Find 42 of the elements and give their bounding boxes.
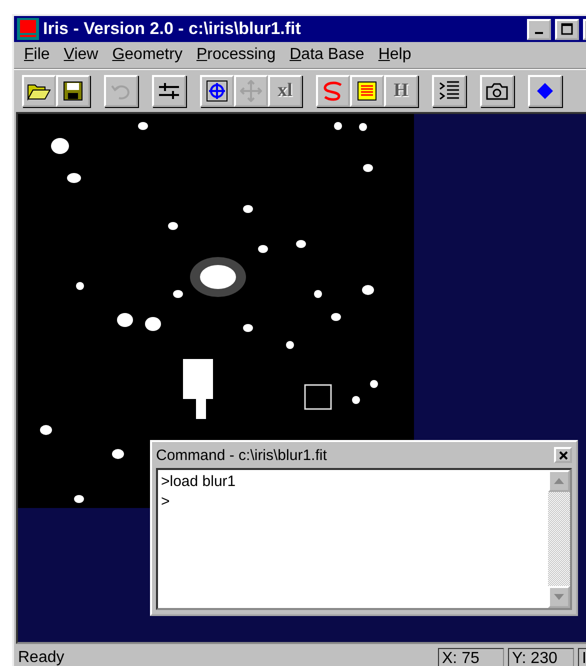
command-output-field[interactable]: >load blur1 > [156,468,572,610]
maximize-icon [561,23,573,35]
menu-item[interactable]: Geometry [106,46,188,64]
toolbar-button[interactable] [480,75,514,107]
menu-item[interactable]: Data Base [284,46,370,64]
minimize-icon [535,32,543,34]
toolbar-button[interactable] [350,75,384,107]
maximize-button[interactable] [555,18,579,40]
sliders-icon [158,82,180,100]
toolbar-button[interactable] [152,75,186,107]
striped-square-icon [357,81,377,101]
minimize-button[interactable] [527,18,551,40]
selection-box [304,384,332,410]
status-field: I [578,648,586,666]
toolbar-button[interactable] [528,75,562,107]
toolbar-button[interactable] [432,75,466,107]
toolbar-button[interactable] [200,75,234,107]
status-field: Y: 230 [508,648,574,666]
up-triangle-icon [554,478,564,484]
list-icon [438,80,460,102]
close-icon [558,450,568,460]
menu-item[interactable]: Help [372,46,418,64]
command-line: >load blur1 [161,472,237,492]
scroll-down-button[interactable] [548,586,570,608]
scrollbar[interactable] [548,470,570,608]
menu-item[interactable]: Processing [190,46,282,64]
toolbar-button[interactable] [22,75,56,107]
status-field: X: 75 [438,648,504,666]
close-button[interactable] [554,447,572,463]
command-line: > [161,492,171,512]
status-message: Ready [17,649,66,666]
camera-icon [486,82,508,100]
down-triangle-icon [554,594,564,600]
menu-item[interactable]: File [18,46,56,64]
command-window-title: Command - c:\iris\blur1.fit [156,446,327,464]
app-logo-icon [17,18,39,40]
scroll-up-button[interactable] [548,470,570,492]
move-arrows-icon [240,80,262,102]
window-title: Iris - Version 2.0 - c:\iris\blur1.fit [43,19,302,39]
menu-item[interactable]: View [58,46,104,64]
crosshair-icon [206,80,228,102]
toolbar-button[interactable] [56,75,90,107]
